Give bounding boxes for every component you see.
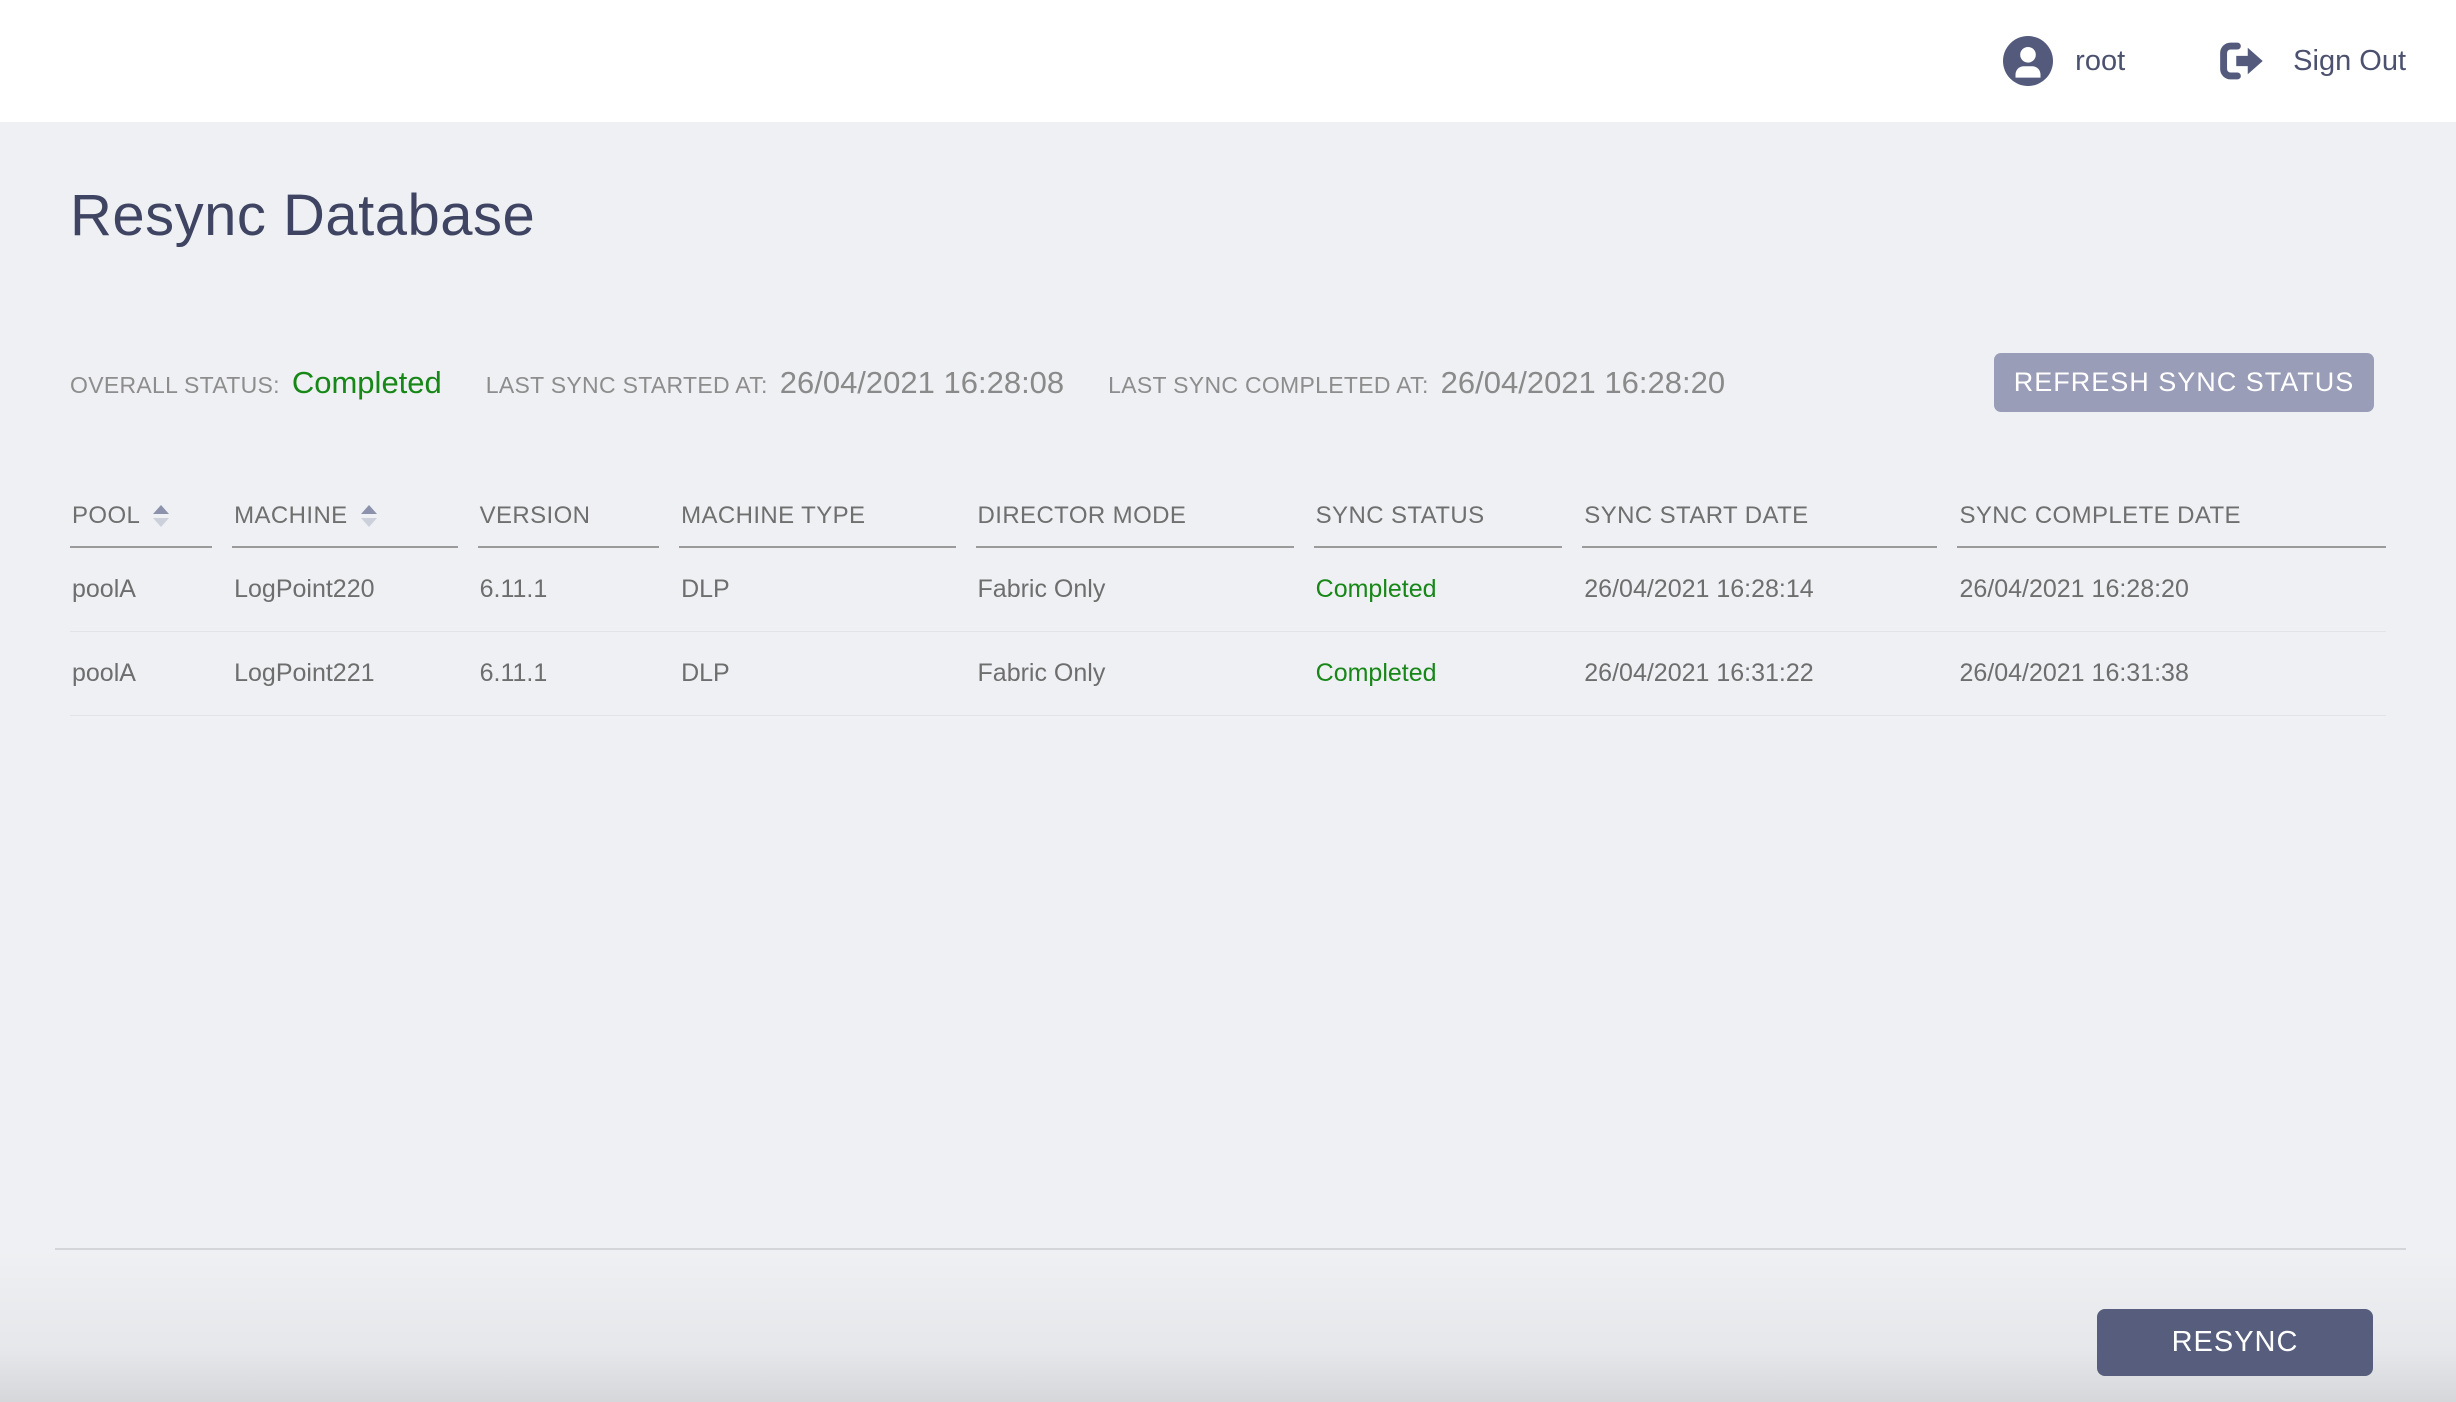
last-sync-completed-value: 26/04/2021 16:28:20 <box>1441 365 1725 401</box>
column-header-pool[interactable]: POOL <box>70 496 232 548</box>
cell-sync-start-date: 26/04/2021 16:28:14 <box>1582 548 1957 632</box>
last-sync-started-label: LAST SYNC STARTED AT: <box>486 372 768 399</box>
column-label: SYNC STATUS <box>1316 502 1485 530</box>
page-title: Resync Database <box>70 182 2386 249</box>
cell-machine: LogPoint221 <box>232 632 477 716</box>
column-label: MACHINE <box>234 502 347 530</box>
status-items: OVERALL STATUS: Completed LAST SYNC STAR… <box>70 365 1769 401</box>
cell-pool: poolA <box>70 632 232 716</box>
user-avatar-icon <box>2003 36 2053 86</box>
overall-status-label: OVERALL STATUS: <box>70 372 280 399</box>
sort-icon[interactable] <box>361 505 377 527</box>
table-row: poolALogPoint2216.11.1DLPFabric OnlyComp… <box>70 632 2386 716</box>
cell-pool: poolA <box>70 548 232 632</box>
overall-status-value: Completed <box>292 365 442 401</box>
sign-out-label: Sign Out <box>2293 45 2406 78</box>
column-label: MACHINE TYPE <box>681 502 865 530</box>
username-label: root <box>2075 45 2125 78</box>
column-label: DIRECTOR MODE <box>978 502 1187 530</box>
cell-director-mode: Fabric Only <box>976 632 1314 716</box>
resync-database-page: root Sign Out Resync Database OVERALL ST… <box>0 0 2456 1402</box>
cell-machine-type: DLP <box>679 632 975 716</box>
resync-button[interactable]: RESYNC <box>2097 1309 2373 1376</box>
table-body: poolALogPoint2206.11.1DLPFabric OnlyComp… <box>70 548 2386 716</box>
sync-status-table: POOL MACHINE VERSION MACHINE TYPE DIRECTOR M… <box>70 496 2386 716</box>
footer-bar: RESYNC <box>55 1248 2406 1402</box>
table-header-row: POOL MACHINE VERSION MACHINE TYPE DIRECTOR M… <box>70 496 2386 548</box>
sort-icon[interactable] <box>153 505 169 527</box>
column-header-machine-type: MACHINE TYPE <box>679 496 975 548</box>
last-sync-started-value: 26/04/2021 16:28:08 <box>780 365 1064 401</box>
cell-sync-status: Completed <box>1314 632 1583 716</box>
column-header-director-mode: DIRECTOR MODE <box>976 496 1314 548</box>
column-header-sync-start-date: SYNC START DATE <box>1582 496 1957 548</box>
cell-sync-complete-date: 26/04/2021 16:28:20 <box>1957 548 2386 632</box>
table-row: poolALogPoint2206.11.1DLPFabric OnlyComp… <box>70 548 2386 632</box>
cell-machine: LogPoint220 <box>232 548 477 632</box>
cell-version: 6.11.1 <box>478 548 679 632</box>
cell-version: 6.11.1 <box>478 632 679 716</box>
cell-machine-type: DLP <box>679 548 975 632</box>
column-header-version: VERSION <box>478 496 679 548</box>
column-header-machine[interactable]: MACHINE <box>232 496 477 548</box>
sign-out-icon <box>2219 41 2265 81</box>
cell-sync-complete-date: 26/04/2021 16:31:38 <box>1957 632 2386 716</box>
column-header-sync-complete-date: SYNC COMPLETE DATE <box>1957 496 2386 548</box>
refresh-sync-status-button[interactable]: REFRESH SYNC STATUS <box>1994 353 2374 412</box>
last-sync-completed-label: LAST SYNC COMPLETED AT: <box>1108 372 1428 399</box>
cell-director-mode: Fabric Only <box>976 548 1314 632</box>
top-bar: root Sign Out <box>0 0 2456 122</box>
column-label: SYNC COMPLETE DATE <box>1959 502 2240 530</box>
column-label: POOL <box>72 502 140 530</box>
cell-sync-status: Completed <box>1314 548 1583 632</box>
sign-out-button[interactable]: Sign Out <box>2219 41 2406 81</box>
status-row: OVERALL STATUS: Completed LAST SYNC STAR… <box>70 353 2386 412</box>
main-content: Resync Database OVERALL STATUS: Complete… <box>0 122 2456 1248</box>
user-area: root Sign Out <box>2003 36 2406 86</box>
cell-sync-start-date: 26/04/2021 16:31:22 <box>1582 632 1957 716</box>
footer-gradient <box>0 1250 2456 1402</box>
column-header-sync-status: SYNC STATUS <box>1314 496 1583 548</box>
column-label: SYNC START DATE <box>1584 502 1808 530</box>
column-label: VERSION <box>480 502 591 530</box>
